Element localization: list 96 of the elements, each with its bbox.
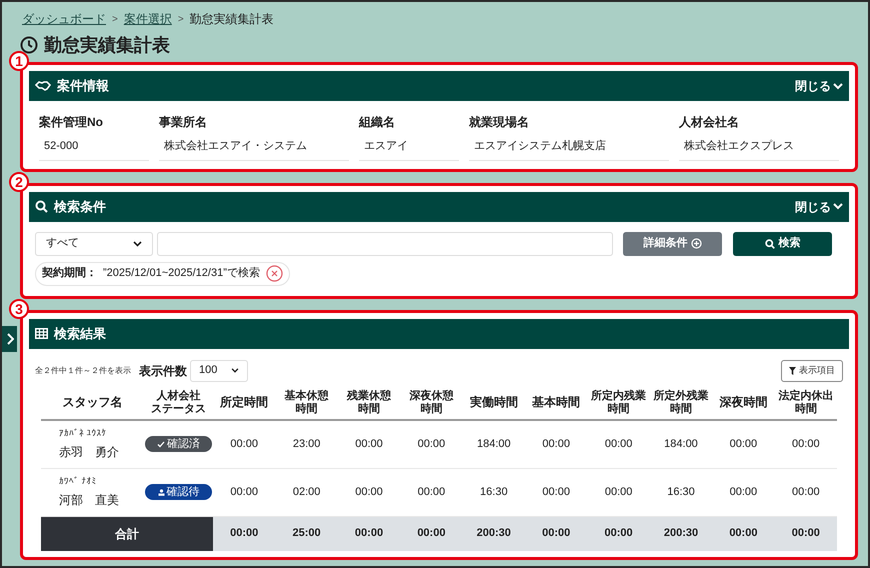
page-size-label: 表示件数	[139, 362, 187, 380]
staff-name: 河部 直美	[59, 492, 119, 509]
field-value: エスアイ	[359, 133, 459, 160]
search-icon	[35, 200, 48, 213]
section-title: 検索条件	[54, 198, 106, 216]
column-header: 深夜時間	[719, 396, 768, 409]
column-header: 基本休憩 時間	[284, 390, 329, 416]
field-label: 就業現場名	[469, 114, 530, 131]
step-number: 2	[9, 172, 29, 192]
column-header: 深夜休憩 時間	[409, 390, 454, 416]
total-cell-text: 00:00	[604, 526, 634, 542]
field-value: エスアイシステム札幌支店	[469, 133, 669, 160]
sidebar-toggle[interactable]	[2, 326, 17, 352]
table-cell-text: 00:00	[604, 484, 634, 500]
total-cell-text: 200:30	[476, 526, 512, 542]
field-value: 株式会社エスアイ・システム	[159, 133, 349, 160]
section-title: 検索結果	[54, 324, 106, 343]
display-columns-button[interactable]: 表示項目	[781, 360, 843, 382]
chip-value: ”2025/12/01~2025/12/31”で検索	[103, 266, 260, 282]
field-label: 案件管理No	[39, 114, 104, 131]
table-icon	[35, 328, 48, 339]
table-cell-text: 00:00	[791, 436, 821, 452]
table-cell-text: 00:00	[416, 436, 446, 452]
table-cell-text: 00:00	[728, 436, 758, 452]
table-cell-text: 00:00	[229, 436, 259, 452]
status-badge: 確認済	[145, 436, 212, 452]
result-count: 全２件中１件～２件を表示	[35, 364, 131, 376]
total-cell-text: 00:00	[354, 526, 384, 542]
total-label: 合計	[115, 526, 139, 542]
status-badge: 確認待	[145, 484, 212, 500]
table-cell-text: 16:30	[479, 484, 509, 500]
column-header: 基本時間	[532, 396, 580, 409]
table-cell-text: 184:00	[476, 436, 512, 452]
chevron-down-icon	[231, 368, 239, 373]
filter-select[interactable]: すべて	[35, 232, 153, 256]
staff-kana: ｶﾜﾍﾞ ﾅｵﾐ	[59, 475, 97, 487]
page-title: 勤怠実績集計表	[44, 34, 170, 56]
column-header: スタッフ名	[62, 396, 122, 409]
chevron-down-icon	[833, 203, 843, 210]
total-cell-text: 200:30	[662, 526, 700, 542]
chevron-right-icon	[6, 333, 14, 345]
chevron-down-icon	[133, 240, 142, 246]
table-cell-text: 00:00	[728, 484, 758, 500]
step-number: 3	[9, 298, 29, 318]
column-header: 残業休憩 時間	[346, 390, 391, 416]
table-cell-text: 184:00	[663, 436, 699, 452]
breadcrumb-current: 勤怠実績集計表	[190, 11, 274, 28]
collapse-toggle[interactable]: 閉じる	[795, 198, 843, 216]
table-cell-text: 16:30	[666, 484, 696, 500]
table-cell-text: 02:00	[292, 484, 322, 500]
breadcrumb-separator: >	[112, 12, 118, 26]
total-cell-text: 00:00	[790, 526, 821, 542]
table-cell-text: 00:00	[604, 436, 634, 452]
staff-kana: ｱｶﾊﾞﾈ ﾕｳｽｹ	[59, 427, 107, 439]
field-label: 組織名	[359, 114, 396, 131]
breadcrumb-separator: >	[178, 12, 184, 26]
breadcrumb-link[interactable]: 案件選択	[124, 10, 172, 28]
total-cell-text: 00:00	[728, 526, 758, 542]
field-value: 52-000	[39, 133, 149, 160]
column-header: 法定内休出 時間	[778, 390, 834, 416]
table-cell-text: 00:00	[354, 484, 384, 500]
search-icon	[764, 238, 774, 248]
column-header: 人材会社 ステータス	[151, 390, 206, 416]
step-number: 1	[9, 51, 29, 71]
field-label: 事業所名	[159, 114, 208, 131]
search-button[interactable]: 検索	[733, 232, 832, 256]
breadcrumb-link[interactable]: ダッシュボード	[22, 10, 106, 28]
chevron-down-icon	[833, 82, 843, 90]
filter-icon	[789, 366, 796, 374]
page-size-select[interactable]: 100	[190, 360, 248, 382]
keyword-field[interactable]	[157, 232, 613, 256]
table-cell-text: 00:00	[791, 484, 821, 500]
table-cell-text: 00:00	[354, 436, 384, 452]
section-title: 案件情報	[57, 77, 109, 96]
field-label: 人材会社名	[679, 114, 740, 131]
clock-icon	[20, 36, 38, 54]
collapse-toggle[interactable]: 閉じる	[795, 77, 843, 95]
total-cell-text: 00:00	[416, 526, 446, 542]
total-cell-text: 00:00	[541, 526, 572, 542]
table-cell-text: 00:00	[541, 484, 571, 500]
column-header: 所定外残業 時間	[653, 390, 708, 416]
table-cell-text: 00:00	[416, 484, 446, 500]
column-header: 所定時間	[220, 396, 268, 409]
remove-icon[interactable]	[266, 265, 283, 282]
table-cell-text: 00:00	[541, 436, 571, 452]
plus-circle-icon	[690, 238, 702, 249]
staff-name: 赤羽 勇介	[59, 444, 119, 461]
column-header: 実働時間	[470, 396, 518, 409]
total-cell-text: 25:00	[292, 526, 322, 542]
field-value: 株式会社エクスプレス	[679, 133, 839, 160]
table-cell-text: 00:00	[229, 484, 259, 500]
total-cell-text: 00:00	[229, 526, 260, 542]
chip-label: 契約期間：	[42, 266, 97, 282]
table-cell-text: 23:00	[292, 436, 322, 452]
detail-conditions-button[interactable]: 詳細条件	[623, 232, 722, 256]
column-header: 所定内残業 時間	[591, 390, 646, 416]
